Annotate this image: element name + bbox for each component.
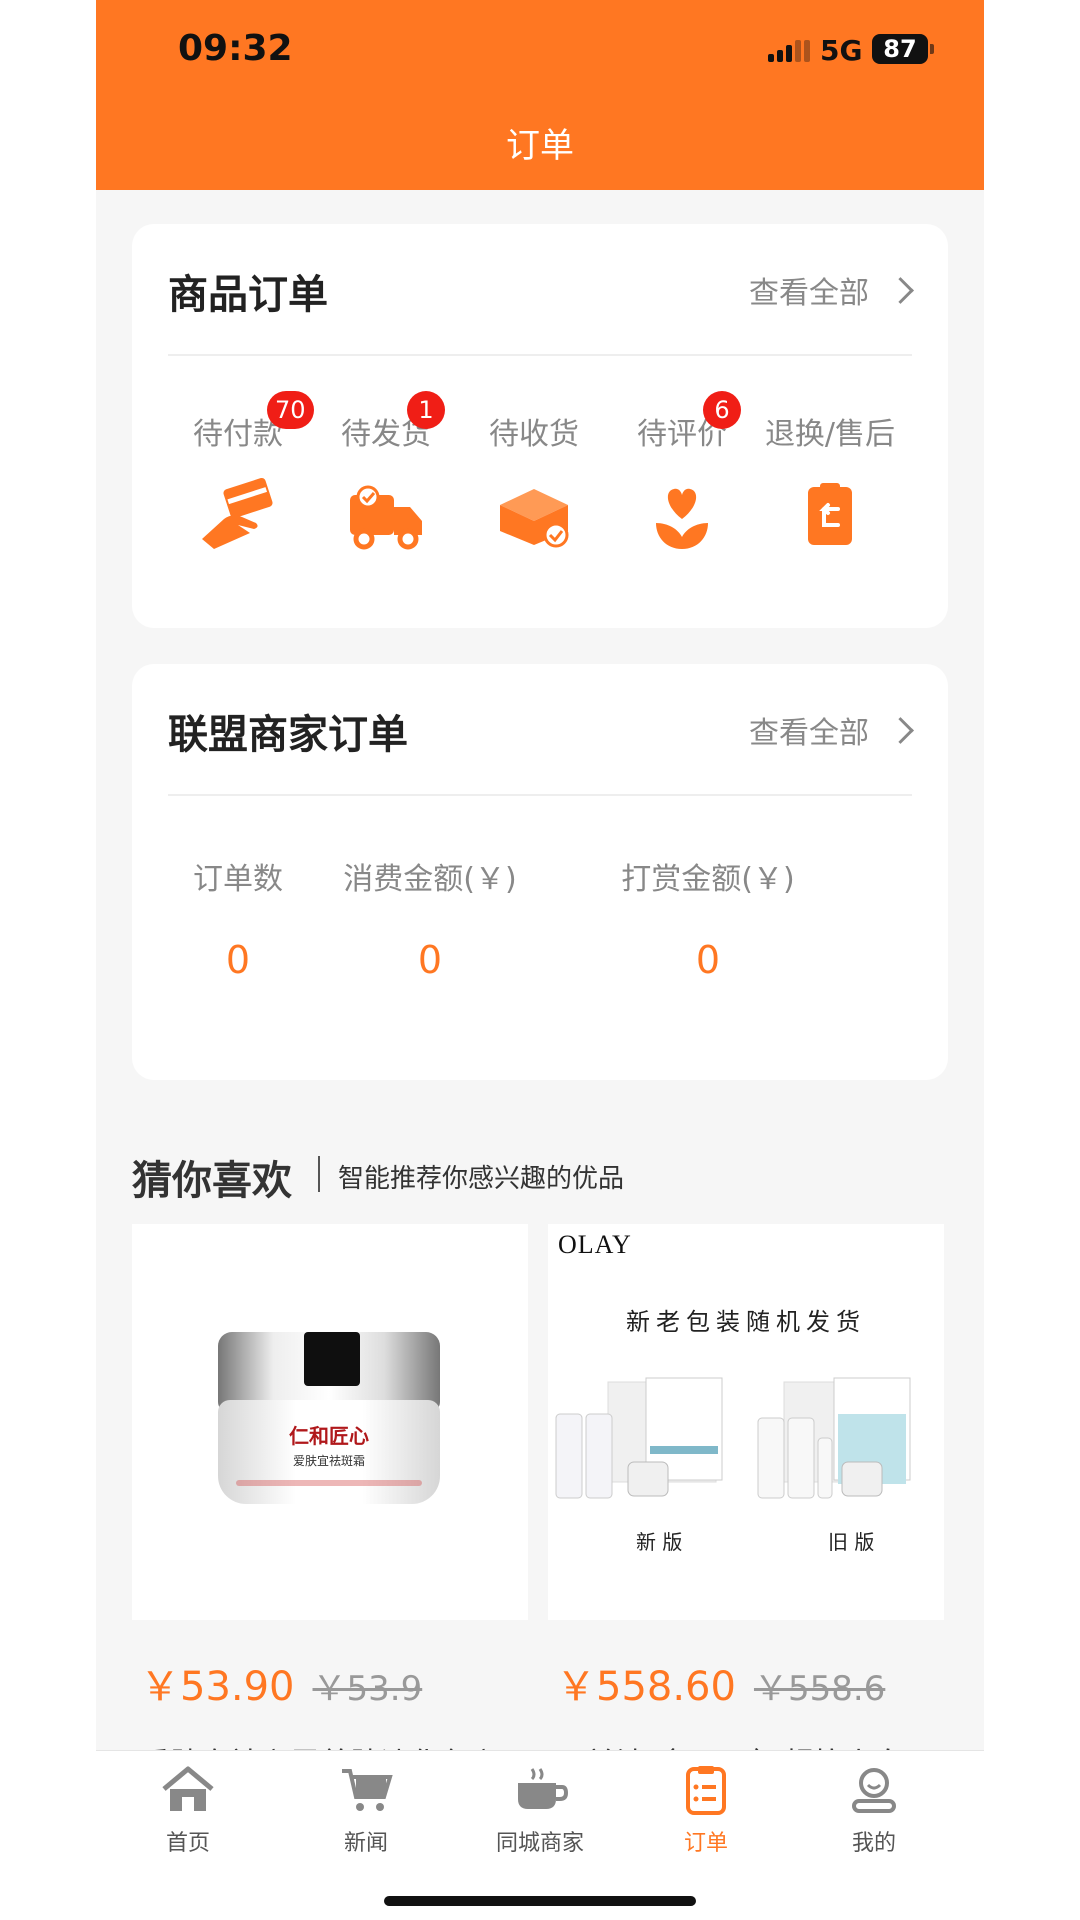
stat-spending[interactable]: 消费金额(￥) 0 xyxy=(300,854,560,982)
coffee-cup-icon xyxy=(518,1768,569,1809)
product-image[interactable]: 仁和匠心 爱肤宜祛斑霜 xyxy=(132,1224,528,1620)
product-image[interactable]: OLAY 新老包装随机发货 新 版 旧 版 xyxy=(548,1224,944,1620)
alliance-orders-card: 联盟商家订单 查看全部 订单数 0 消费金额(￥) 0 打赏金额(￥) 0 xyxy=(132,664,948,1080)
label-stripe xyxy=(236,1480,422,1486)
view-all-label: 查看全部 xyxy=(749,276,869,311)
image-caption: 新老包装随机发货 xyxy=(626,1308,866,1336)
tab-label: 订单 xyxy=(683,1831,728,1856)
product-image-label: 爱肤宜祛斑霜 xyxy=(292,1454,365,1468)
order-list-icon xyxy=(686,1766,726,1815)
status-after-sales[interactable]: 退换/售后 xyxy=(755,409,905,545)
product-brand-text: 仁和匠心 xyxy=(289,1424,369,1448)
home-indicator[interactable] xyxy=(384,1896,696,1906)
card-payment-icon xyxy=(202,477,273,549)
status-pending-receipt[interactable]: 待收货 xyxy=(459,409,609,548)
chevron-right-icon xyxy=(887,276,914,304)
recommend-subtitle: 智能推荐你感兴趣的优品 xyxy=(338,1164,625,1194)
home-icon xyxy=(162,1766,214,1811)
stat-tips[interactable]: 打赏金额(￥) 0 xyxy=(578,854,838,982)
heart-flower-icon xyxy=(656,488,708,549)
divider xyxy=(318,1156,320,1192)
product-card[interactable]: 仁和匠心 爱肤宜祛斑霜 ￥53.90￥53.9 爱肤宜祛斑霜养肤淡化色斑 xyxy=(132,1224,528,1782)
status-pending-review[interactable]: 待评价 6 xyxy=(607,391,757,549)
cart-icon xyxy=(342,1769,393,1811)
delivery-truck-icon xyxy=(350,485,422,550)
stat-value: 0 xyxy=(695,938,721,982)
stat-value: 0 xyxy=(417,938,443,982)
product-card[interactable]: OLAY 新老包装随机发货 新 版 旧 版 ￥558.60 ￥558.6 xyxy=(548,1224,944,1782)
original-price: ￥53.9 xyxy=(312,1669,423,1709)
status-pending-shipment[interactable]: 待发货 1 xyxy=(311,391,461,550)
chevron-right-icon xyxy=(887,716,914,744)
profile-icon xyxy=(852,1768,896,1813)
app-screen: 09:32 5G 87 订单 商品订单 查看全部 待付款 70 待发货 1 待收… xyxy=(96,0,984,1920)
signal-icon xyxy=(768,38,810,62)
return-bag-icon xyxy=(808,483,852,545)
recommend-title: 猜你喜欢 xyxy=(132,1158,292,1204)
product-price: ￥558.60 ￥558.6 xyxy=(556,1654,885,1712)
product-set-illustration xyxy=(555,1377,911,1499)
divider xyxy=(168,354,912,356)
tab-orders[interactable]: 订单 xyxy=(646,1765,766,1857)
status-pending-payment[interactable]: 待付款 70 xyxy=(163,391,314,549)
product-price: ￥53.90 ￥53.9 xyxy=(140,1654,422,1712)
package-box-icon xyxy=(500,489,569,548)
brand-logo: OLAY xyxy=(558,1230,632,1259)
original-price: ￥558.6 xyxy=(753,1669,886,1709)
tab-home[interactable]: 首页 xyxy=(128,1765,248,1857)
alliance-orders-view-all[interactable]: 查看全部 xyxy=(749,708,914,752)
stat-label: 打赏金额(￥) xyxy=(621,862,795,897)
status-label: 待收货 xyxy=(489,417,579,452)
alliance-orders-title: 联盟商家订单 xyxy=(168,712,408,758)
status-badge: 1 xyxy=(407,391,445,429)
tab-label: 我的 xyxy=(851,1831,896,1856)
status-time: 09:32 xyxy=(178,28,293,69)
status-badge: 6 xyxy=(703,391,741,429)
view-all-label: 查看全部 xyxy=(749,716,869,751)
tab-label: 新闻 xyxy=(343,1831,388,1856)
tab-local-merchants[interactable]: 同城商家 xyxy=(480,1765,600,1857)
goods-orders-view-all[interactable]: 查看全部 xyxy=(749,268,914,312)
status-badge: 70 xyxy=(267,391,314,429)
goods-orders-title: 商品订单 xyxy=(168,272,328,318)
bottom-tab-bar: 首页 新闻 同城商家 订单 我的 xyxy=(96,1750,984,1920)
divider xyxy=(168,794,912,796)
new-version-label: 新 版 xyxy=(636,1530,683,1554)
tab-profile[interactable]: 我的 xyxy=(814,1765,934,1857)
stat-label: 消费金额(￥) xyxy=(343,862,517,897)
page-title: 订单 xyxy=(506,126,574,166)
goods-orders-card: 商品订单 查看全部 待付款 70 待发货 1 待收货 待评价 6 退换/售后 xyxy=(132,224,948,628)
header: 09:32 5G 87 订单 xyxy=(96,0,984,190)
old-version-label: 旧 版 xyxy=(828,1530,875,1554)
battery-icon: 87 xyxy=(872,34,934,64)
jar-lid-top xyxy=(304,1332,360,1386)
tab-label: 同城商家 xyxy=(495,1831,584,1856)
tab-news[interactable]: 新闻 xyxy=(306,1765,426,1857)
current-price: ￥558.60 xyxy=(556,1664,736,1710)
status-label: 退换/售后 xyxy=(764,417,896,452)
current-price: ￥53.90 xyxy=(140,1664,295,1710)
network-type: 5G xyxy=(820,34,863,67)
tab-label: 首页 xyxy=(165,1831,210,1856)
